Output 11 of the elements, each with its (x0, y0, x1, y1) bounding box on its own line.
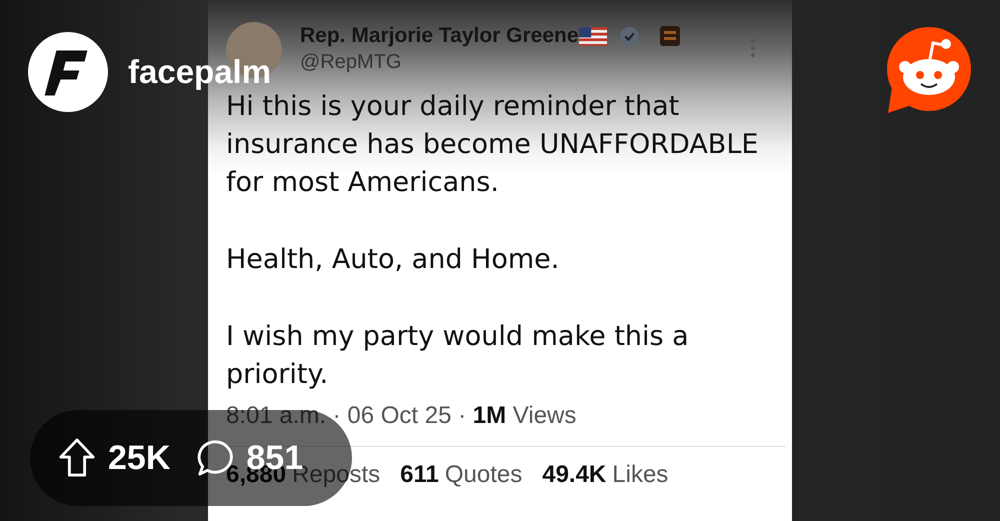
stat-count: 49.4K (542, 461, 606, 488)
upvote-count: 25K (108, 438, 170, 478)
stat-label: Quotes (444, 461, 522, 488)
user-handle: @RepMTG (300, 51, 402, 74)
tweet-text: Health, Auto, and Home. (226, 243, 560, 277)
tweet-text: I wish my party would make this a priority. (226, 320, 690, 392)
subreddit-name: facepalm (128, 53, 272, 91)
author-name: Rep. Marjorie Taylor Greene (300, 24, 579, 48)
stat-label: Likes (612, 461, 668, 488)
stat-count: 611 (400, 461, 439, 488)
tweet-text: Hi this is your daily reminder that insurance has become UNAFFORDABLE for most Americans. (226, 90, 760, 200)
